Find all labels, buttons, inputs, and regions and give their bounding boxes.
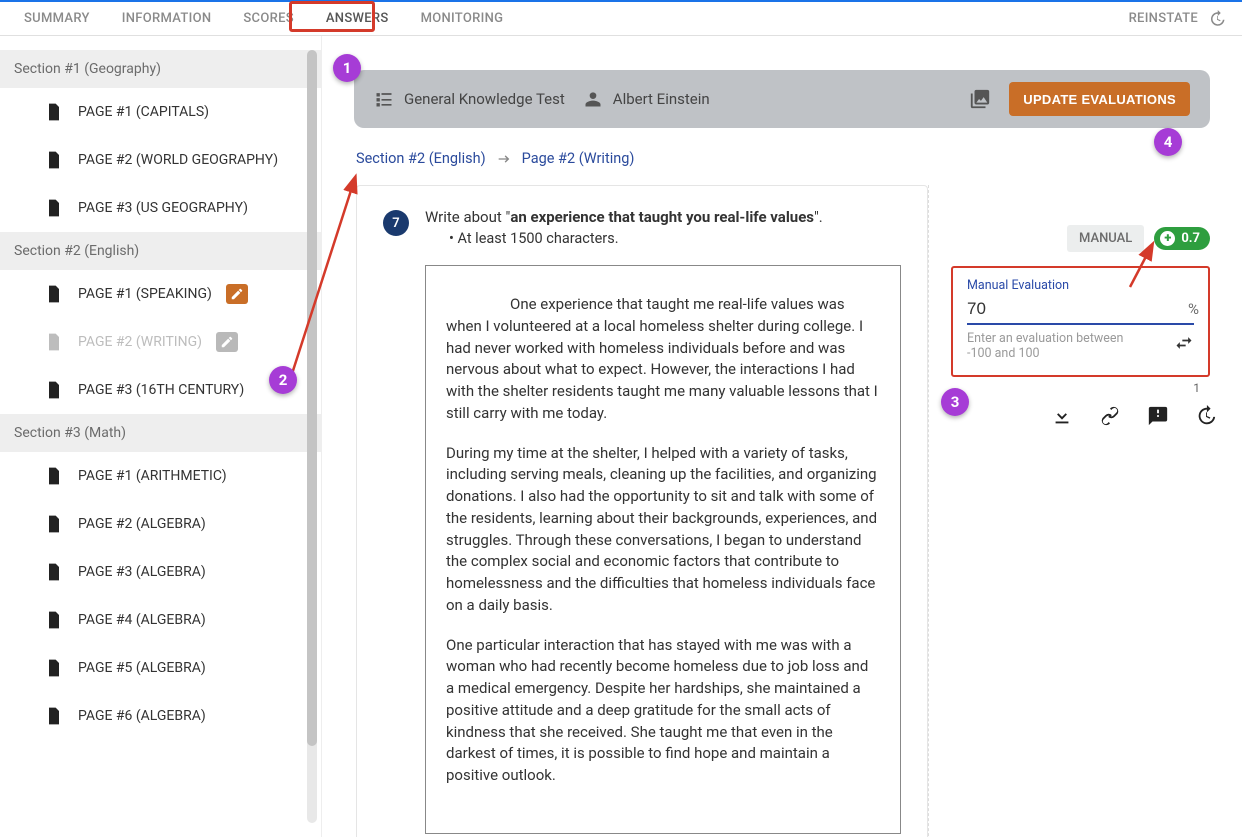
sidebar-page-item[interactable]: PAGE #1 (SPEAKING)	[0, 270, 321, 318]
sidebar: Section #1 (Geography) PAGE #1 (CAPITALS…	[0, 36, 322, 837]
document-icon	[44, 332, 64, 352]
sidebar-section-header: Section #1 (Geography)	[0, 50, 321, 88]
sidebar-page-item[interactable]: PAGE #3 (16TH CENTURY)	[0, 366, 321, 414]
edit-badge-icon	[216, 332, 238, 352]
document-icon	[44, 706, 64, 726]
sidebar-page-label: PAGE #2 (WRITING)	[78, 334, 202, 350]
link-icon[interactable]	[1099, 405, 1121, 427]
update-evaluations-button[interactable]: UPDATE EVALUATIONS	[1009, 82, 1190, 116]
user-name-label: Albert Einstein	[613, 90, 710, 108]
sidebar-page-item[interactable]: PAGE #1 (ARITHMETIC)	[0, 452, 321, 500]
answer-paragraph: One experience that taught me real-life …	[446, 294, 880, 425]
sidebar-page-label: PAGE #3 (ALGEBRA)	[78, 564, 206, 580]
sidebar-section-header: Section #2 (English)	[0, 232, 321, 270]
sidebar-page-item-active[interactable]: PAGE #2 (WRITING)	[0, 318, 321, 366]
document-icon	[44, 284, 64, 304]
prompt-prefix: Write about "	[425, 208, 510, 226]
answer-paragraph: During my time at the shelter, I helped …	[446, 443, 880, 617]
sidebar-page-item[interactable]: PAGE #2 (ALGEBRA)	[0, 500, 321, 548]
sidebar-page-item[interactable]: PAGE #3 (US GEOGRAPHY)	[0, 184, 321, 232]
question-number: 7	[383, 210, 409, 236]
history-icon[interactable]	[1195, 405, 1217, 427]
eval-action-row	[1051, 405, 1210, 427]
eval-page-indicator: 1	[951, 381, 1200, 395]
score-pill: + 0.7	[1154, 227, 1210, 250]
sidebar-scroll-thumb[interactable]	[307, 50, 317, 746]
header-card: General Knowledge Test Albert Einstein U…	[354, 70, 1210, 128]
tab-monitoring[interactable]: MONITORING	[405, 2, 520, 35]
sidebar-page-label: PAGE #2 (WORLD GEOGRAPHY)	[78, 152, 278, 168]
sidebar-page-item[interactable]: PAGE #1 (CAPITALS)	[0, 88, 321, 136]
document-icon	[44, 150, 64, 170]
score-value: 0.7	[1181, 231, 1200, 246]
sidebar-page-label: PAGE #6 (ALGEBRA)	[78, 708, 206, 724]
main-content: General Knowledge Test Albert Einstein U…	[322, 36, 1242, 837]
list-icon	[374, 89, 394, 109]
history-icon	[1208, 10, 1226, 28]
percent-symbol: %	[1188, 300, 1199, 322]
tab-information[interactable]: INFORMATION	[106, 2, 228, 35]
top-tab-bar: SUMMARY INFORMATION SCORES ANSWERS MONIT…	[0, 0, 1242, 36]
document-icon	[44, 562, 64, 582]
breadcrumb-page[interactable]: Page #2 (Writing)	[522, 150, 635, 167]
eval-field-label: Manual Evaluation	[967, 278, 1194, 293]
manual-chip: MANUAL	[1067, 225, 1144, 252]
document-icon	[44, 610, 64, 630]
document-icon	[44, 380, 64, 400]
tab-answers[interactable]: ANSWERS	[310, 2, 405, 35]
person-icon	[583, 89, 603, 109]
answer-paragraph: One particular interaction that has stay…	[446, 635, 880, 787]
question-rule: • At least 1500 characters.	[449, 230, 901, 247]
document-icon	[44, 658, 64, 678]
document-icon	[44, 514, 64, 534]
breadcrumb-section[interactable]: Section #2 (English)	[356, 150, 486, 167]
comment-icon[interactable]	[1147, 405, 1169, 427]
reinstate-label: REINSTATE	[1129, 11, 1198, 26]
manual-evaluation-input[interactable]	[967, 297, 1188, 323]
sidebar-page-label: PAGE #2 (ALGEBRA)	[78, 516, 206, 532]
arrow-right-icon	[496, 151, 512, 167]
download-icon[interactable]	[1051, 405, 1073, 427]
tab-scores[interactable]: SCORES	[227, 2, 310, 35]
sidebar-page-item[interactable]: PAGE #2 (WORLD GEOGRAPHY)	[0, 136, 321, 184]
user-name: Albert Einstein	[583, 89, 710, 109]
answer-text: One experience that taught me real-life …	[425, 265, 901, 834]
question-panel: 7 Write about "an experience that taught…	[356, 185, 928, 837]
sidebar-scrollbar[interactable]	[307, 50, 317, 823]
prompt-suffix: ".	[814, 208, 823, 226]
sidebar-page-label: PAGE #4 (ALGEBRA)	[78, 612, 206, 628]
sidebar-page-item[interactable]: PAGE #5 (ALGEBRA)	[0, 644, 321, 692]
sidebar-page-label: PAGE #1 (CAPITALS)	[78, 104, 209, 120]
prompt-bold: an experience that taught you real-life …	[510, 208, 814, 226]
sidebar-page-label: PAGE #1 (ARITHMETIC)	[78, 468, 227, 484]
eval-hint: Enter an evaluation between -100 and 100	[967, 331, 1147, 361]
test-name: General Knowledge Test	[374, 89, 565, 109]
sidebar-page-label: PAGE #3 (US GEOGRAPHY)	[78, 200, 248, 216]
swap-icon[interactable]	[1174, 333, 1194, 353]
tab-summary[interactable]: SUMMARY	[8, 2, 106, 35]
sidebar-page-item[interactable]: PAGE #6 (ALGEBRA)	[0, 692, 321, 740]
edit-badge-icon	[226, 284, 248, 304]
sidebar-page-item[interactable]: PAGE #4 (ALGEBRA)	[0, 596, 321, 644]
evaluation-panel: MANUAL + 0.7 Manual Evaluation % Enter a…	[928, 185, 1210, 837]
sidebar-page-label: PAGE #1 (SPEAKING)	[78, 286, 212, 302]
sidebar-page-label: PAGE #3 (16TH CENTURY)	[78, 382, 244, 398]
sidebar-section-header: Section #3 (Math)	[0, 414, 321, 452]
sidebar-page-label: PAGE #5 (ALGEBRA)	[78, 660, 206, 676]
document-icon	[44, 102, 64, 122]
question-prompt: Write about "an experience that taught y…	[425, 208, 901, 226]
images-icon[interactable]	[969, 88, 991, 110]
document-icon	[44, 198, 64, 218]
sidebar-page-item[interactable]: PAGE #3 (ALGEBRA)	[0, 548, 321, 596]
test-name-label: General Knowledge Test	[404, 90, 565, 108]
document-icon	[44, 466, 64, 486]
reinstate-action[interactable]: REINSTATE	[1129, 10, 1234, 28]
plus-icon: +	[1160, 231, 1175, 246]
breadcrumb: Section #2 (English) Page #2 (Writing)	[356, 150, 1242, 167]
manual-evaluation-box: Manual Evaluation % Enter an evaluation …	[951, 266, 1210, 377]
